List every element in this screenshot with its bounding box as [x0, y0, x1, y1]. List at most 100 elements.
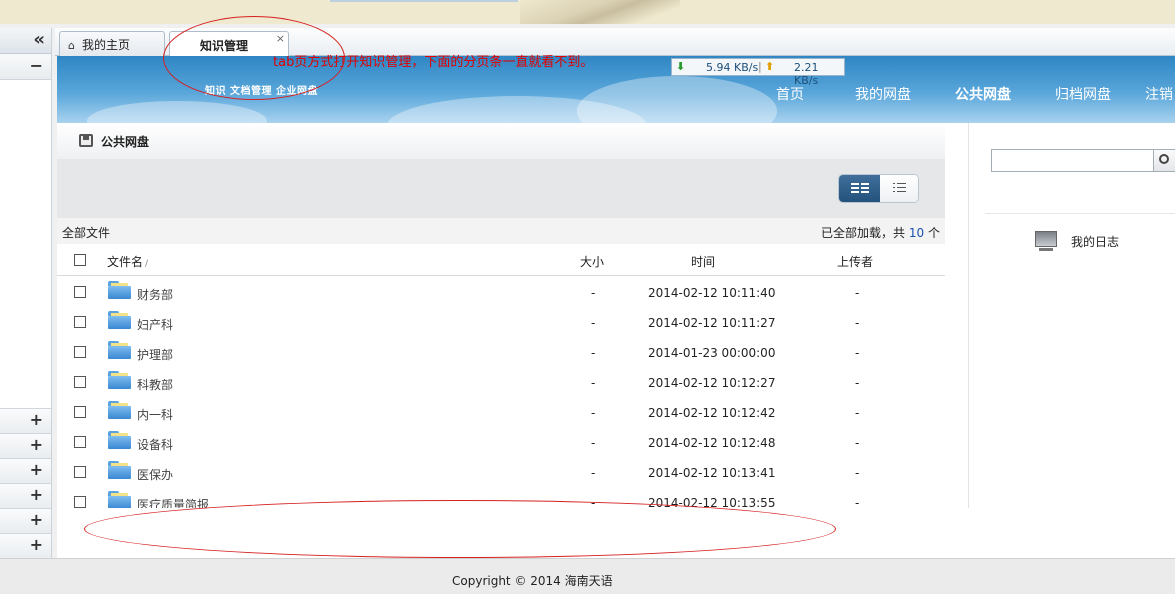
content-panel: 公共网盘 全部文件 已全部加载，共 10 个 文件名 ∕ 大小 时间 上传者 财务…: [57, 123, 945, 512]
nav-archive-disk[interactable]: 归档网盘: [1055, 84, 1111, 104]
plus-icon: +: [29, 460, 43, 479]
nav-logout[interactable]: 注销: [1145, 84, 1173, 104]
table-header: 文件名 ∕ 大小 时间 上传者: [57, 244, 945, 276]
top-scroll-strip: [330, 0, 518, 2]
monitor-stand: [1039, 248, 1053, 251]
column-name-label: 文件名: [107, 255, 144, 269]
double-chevron-left-icon: «: [33, 29, 45, 50]
top-banner: [0, 0, 1175, 24]
tab-home-label: 我的主页: [82, 38, 131, 52]
file-time: 2014-02-12 10:13:41: [648, 466, 776, 480]
nav-home[interactable]: 首页: [776, 84, 804, 104]
file-info-bar: 全部文件 已全部加载，共 10 个: [57, 218, 945, 244]
table-row[interactable]: 财务部 - 2014-02-12 10:11:40 -: [57, 277, 945, 307]
annotation-ellipse-tab: [163, 16, 345, 100]
arrow-up-icon: ⬆: [765, 60, 775, 73]
my-diary-label: 我的日志: [1071, 235, 1120, 249]
copyright-text: Copyright © 2014 海南天语: [452, 574, 613, 588]
sidebar-group-3[interactable]: +: [0, 458, 51, 483]
sidebar-group-6[interactable]: +: [0, 533, 51, 558]
column-time[interactable]: 时间: [691, 253, 715, 270]
table-row[interactable]: 妇产科 - 2014-02-12 10:11:27 -: [57, 307, 945, 337]
panel-title: 公共网盘: [101, 135, 150, 149]
download-speed: 5.94 KB/s: [706, 61, 759, 74]
search-input[interactable]: [991, 149, 1154, 172]
search-icon: [1159, 154, 1169, 164]
file-time: 2014-02-12 10:12:48: [648, 436, 776, 450]
panel-divider: [968, 123, 969, 508]
load-status: 已全部加载，共 10 个: [821, 224, 940, 241]
sidebar-collapse-button[interactable]: «: [0, 28, 51, 54]
annotation-ellipse-pagination: [84, 500, 836, 558]
file-uploader: -: [855, 346, 860, 360]
panel-title-bar: 公共网盘: [57, 123, 945, 159]
file-name[interactable]: 科教部: [137, 376, 173, 393]
cloud-decoration: [577, 76, 777, 123]
folder-icon: [108, 311, 131, 329]
row-checkbox[interactable]: [74, 406, 86, 418]
folder-icon: [108, 341, 131, 359]
sidebar-group-2[interactable]: +: [0, 433, 51, 458]
row-checkbox[interactable]: [74, 286, 86, 298]
grid-view-button[interactable]: [839, 175, 880, 202]
folder-icon: [108, 491, 131, 509]
load-suffix: 个: [927, 226, 940, 240]
row-checkbox[interactable]: [74, 466, 86, 478]
file-time: 2014-02-12 10:11:27: [648, 316, 776, 330]
file-time: 2014-02-12 10:12:42: [648, 406, 776, 420]
table-row[interactable]: 医保办 - 2014-02-12 10:13:41 -: [57, 457, 945, 487]
file-name[interactable]: 医保办: [137, 466, 173, 483]
folder-icon: [108, 371, 131, 389]
sidebar-group-expanded[interactable]: −: [0, 54, 51, 80]
table-row[interactable]: 内一科 - 2014-02-12 10:12:42 -: [57, 397, 945, 427]
search-button[interactable]: [1153, 149, 1175, 172]
row-checkbox[interactable]: [74, 376, 86, 388]
row-checkbox[interactable]: [74, 346, 86, 358]
row-checkbox[interactable]: [74, 316, 86, 328]
tab-home[interactable]: ⌂ 我的主页: [59, 31, 165, 56]
plus-icon: +: [29, 485, 43, 504]
table-row[interactable]: 设备科 - 2014-02-12 10:12:48 -: [57, 427, 945, 457]
disk-icon: [79, 134, 93, 147]
arrow-down-icon: ⬇: [676, 60, 686, 73]
file-name[interactable]: 妇产科: [137, 316, 173, 333]
my-diary-link[interactable]: 我的日志: [1035, 231, 1155, 253]
table-row[interactable]: 护理部 - 2014-01-23 00:00:00 -: [57, 337, 945, 367]
file-name[interactable]: 护理部: [137, 346, 173, 363]
file-size: -: [591, 466, 596, 480]
list-view-button[interactable]: [880, 175, 918, 202]
footer: Copyright © 2014 海南天语: [0, 558, 1175, 594]
plus-icon: +: [29, 435, 43, 454]
column-name[interactable]: 文件名 ∕: [107, 253, 148, 270]
file-name[interactable]: 财务部: [137, 286, 173, 303]
file-uploader: -: [855, 316, 860, 330]
file-name[interactable]: 设备科: [137, 436, 173, 453]
file-name[interactable]: 内一科: [137, 406, 173, 423]
column-uploader[interactable]: 上传者: [837, 253, 873, 270]
plus-icon: +: [29, 535, 43, 554]
right-separator: [985, 213, 1175, 214]
load-prefix: 已全部加载，共: [821, 226, 906, 240]
row-checkbox[interactable]: [74, 436, 86, 448]
nav-my-disk[interactable]: 我的网盘: [855, 84, 911, 104]
sidebar-group-content: [0, 80, 51, 408]
banner-mountain-image: [520, 0, 680, 24]
file-size: -: [591, 406, 596, 420]
minus-icon: −: [29, 56, 43, 75]
nav-public-disk[interactable]: 公共网盘: [955, 84, 1011, 104]
left-sidebar: « − + + + + + +: [0, 28, 52, 558]
file-uploader: -: [855, 406, 860, 420]
file-size: -: [591, 436, 596, 450]
file-uploader: -: [855, 376, 860, 390]
column-size[interactable]: 大小: [580, 253, 604, 270]
sidebar-group-1[interactable]: +: [0, 408, 51, 433]
all-files-breadcrumb[interactable]: 全部文件: [62, 224, 110, 241]
plus-icon: +: [29, 410, 43, 429]
select-all-checkbox[interactable]: [74, 254, 86, 266]
row-checkbox[interactable]: [74, 496, 86, 508]
sidebar-group-4[interactable]: +: [0, 483, 51, 508]
file-uploader: -: [855, 436, 860, 450]
sidebar-group-5[interactable]: +: [0, 508, 51, 533]
table-row[interactable]: 科教部 - 2014-02-12 10:12:27 -: [57, 367, 945, 397]
view-mode-toggle: [838, 174, 919, 203]
